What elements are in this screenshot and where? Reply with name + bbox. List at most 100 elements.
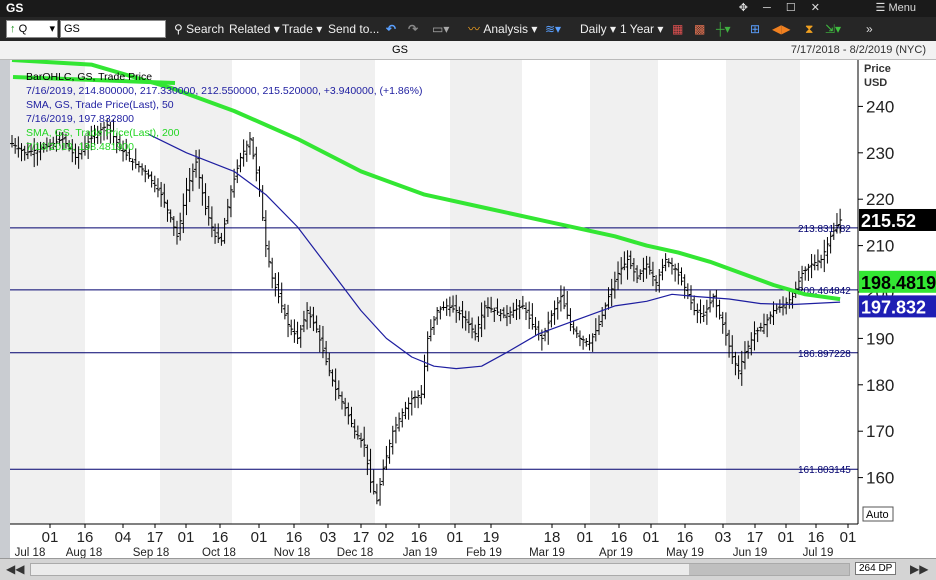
ohlc-bar bbox=[295, 321, 300, 345]
ohlc-bar bbox=[289, 319, 294, 336]
chevron-down-icon: ▾ bbox=[610, 22, 617, 36]
time-tick-label: 01 bbox=[643, 529, 660, 546]
scroll-track[interactable] bbox=[30, 563, 850, 576]
redo-icon[interactable]: ↷ bbox=[408, 21, 418, 37]
ohlc-bar bbox=[660, 258, 665, 281]
compare-icon[interactable]: ▩ bbox=[694, 21, 705, 37]
analysis-menu[interactable]: 〰 Analysis ▾ bbox=[468, 21, 537, 37]
ohlc-bar bbox=[698, 299, 703, 324]
ohlc-bar bbox=[292, 319, 297, 343]
zoom-level[interactable]: 264 DP bbox=[855, 562, 897, 575]
symbol-input[interactable]: GS bbox=[60, 20, 166, 38]
time-tick-label: 17 bbox=[353, 529, 370, 546]
ohlc-bar bbox=[146, 169, 151, 179]
ohlc-bar bbox=[378, 477, 383, 506]
folder-icon[interactable]: ▭▾ bbox=[432, 21, 449, 37]
month-label: Jun 19 bbox=[733, 547, 768, 558]
price-chart[interactable]: 213.831782200.464842186.897228161.803145… bbox=[10, 58, 936, 559]
search-label: Search bbox=[186, 22, 225, 36]
ohlc-bar bbox=[704, 299, 709, 325]
time-tick-label: 16 bbox=[808, 529, 825, 546]
undo-icon[interactable]: ↶ bbox=[386, 21, 396, 37]
time-tick-label: 16 bbox=[677, 529, 694, 546]
ohlc-bar bbox=[524, 302, 529, 321]
ohlc-bar bbox=[155, 178, 160, 198]
ohlc-bar bbox=[241, 139, 246, 167]
period-select[interactable]: Daily ▾ bbox=[580, 21, 616, 37]
legend-ohlc-title: BarOHLC, GS, Trade Price bbox=[26, 71, 152, 83]
scroll-arrows-icon[interactable]: ◀▶ bbox=[772, 21, 790, 37]
ohlc-bar bbox=[254, 146, 259, 182]
chevron-down-icon: ▾ bbox=[657, 22, 664, 36]
time-tick-label: 01 bbox=[178, 529, 195, 546]
ohlc-bar bbox=[809, 254, 814, 279]
month-label: Dec 18 bbox=[337, 547, 373, 558]
scroll-left-icon[interactable]: ◀◀ bbox=[6, 562, 24, 576]
ohlc-bar bbox=[149, 171, 154, 188]
symbol-input-value: GS bbox=[64, 23, 80, 35]
time-tick-label: 17 bbox=[147, 529, 164, 546]
window-title: GS bbox=[6, 1, 24, 15]
export-icon[interactable]: ⇲▾ bbox=[825, 21, 841, 37]
range-select[interactable]: 1 Year ▾ bbox=[620, 21, 663, 37]
chart-header: GS 7/17/2018 - 8/2/2019 (NYC) bbox=[0, 41, 936, 60]
ohlc-bar bbox=[444, 298, 449, 316]
time-tick-label: 16 bbox=[77, 529, 94, 546]
ohlc-bar bbox=[812, 254, 817, 271]
ohlc-bar bbox=[152, 175, 157, 193]
more-icon[interactable]: » bbox=[866, 21, 873, 37]
ohlc-bar bbox=[546, 311, 551, 345]
reference-line-label: 186.897228 bbox=[798, 349, 851, 360]
time-tick-label: 04 bbox=[115, 529, 132, 546]
symbol-type-select[interactable]: ↑ Q ▾ bbox=[6, 20, 58, 38]
month-label: Apr 19 bbox=[599, 547, 633, 558]
price-tick-label: 230 bbox=[866, 144, 894, 163]
ohlc-bar bbox=[267, 240, 272, 268]
ohlc-bars bbox=[10, 118, 843, 506]
ohlc-bar bbox=[260, 185, 265, 221]
crosshair-icon[interactable]: ┼▾ bbox=[716, 21, 731, 37]
ohlc-bar bbox=[689, 285, 694, 310]
chart-symbol: GS bbox=[392, 44, 408, 56]
ohlc-bar bbox=[416, 390, 421, 409]
ohlc-bar bbox=[676, 262, 681, 285]
scroll-right-icon[interactable]: ▶▶ bbox=[910, 562, 928, 576]
month-label: Sep 18 bbox=[133, 547, 169, 558]
ohlc-bar bbox=[717, 299, 722, 320]
menu-button[interactable]: ☰ Menu bbox=[876, 1, 916, 14]
ohlc-bar bbox=[438, 306, 443, 320]
time-tick-label: 01 bbox=[42, 529, 59, 546]
price-tick-label: 220 bbox=[866, 190, 894, 209]
ohlc-bar bbox=[695, 303, 700, 324]
date-range: 7/17/2018 - 8/2/2019 (NYC) bbox=[790, 44, 926, 56]
ohlc-bar bbox=[530, 303, 535, 330]
ohlc-bar bbox=[581, 335, 586, 350]
chevron-down-icon: ▾ bbox=[49, 23, 55, 35]
chevron-down-icon: ▾ bbox=[316, 22, 323, 36]
reference-line-label: 161.803145 bbox=[798, 465, 851, 476]
legend-sma200-title: SMA, GS, Trade Price(Last), 200 bbox=[26, 127, 180, 139]
scroll-thumb[interactable] bbox=[689, 564, 849, 575]
price-tick-label: 170 bbox=[866, 422, 894, 441]
window-controls[interactable]: ✥ ─ ☐ ✕ bbox=[739, 1, 826, 14]
ohlc-bar bbox=[397, 412, 402, 432]
chart-type-icon[interactable]: ▦ bbox=[672, 21, 683, 37]
ohlc-bar bbox=[815, 249, 820, 271]
trade-menu[interactable]: Trade ▾ bbox=[282, 21, 322, 37]
studies-icon[interactable]: ≋▾ bbox=[545, 21, 561, 37]
related-menu[interactable]: Related ▾ bbox=[229, 21, 280, 37]
ohlc-bar bbox=[673, 263, 678, 282]
ohlc-bar bbox=[400, 408, 405, 428]
zoom-icon[interactable]: ⊞ bbox=[750, 21, 760, 37]
ohlc-bar bbox=[130, 158, 135, 171]
hourglass-icon[interactable]: ⧗ bbox=[805, 21, 813, 37]
time-tick-label: 01 bbox=[251, 529, 268, 546]
search-button[interactable]: ⚲ Search bbox=[174, 21, 224, 37]
time-tick-label: 03 bbox=[320, 529, 337, 546]
ohlc-bar bbox=[432, 316, 436, 335]
chart-area[interactable]: 213.831782 200.464842 186.897228 161.803145… bbox=[10, 58, 936, 559]
ohlc-bar bbox=[543, 327, 548, 342]
send-to-button[interactable]: Send to... bbox=[328, 21, 379, 37]
time-tick-label: 02 bbox=[378, 529, 395, 546]
time-scrollbar[interactable]: ◀◀ 264 DP ▶▶ bbox=[0, 558, 936, 580]
